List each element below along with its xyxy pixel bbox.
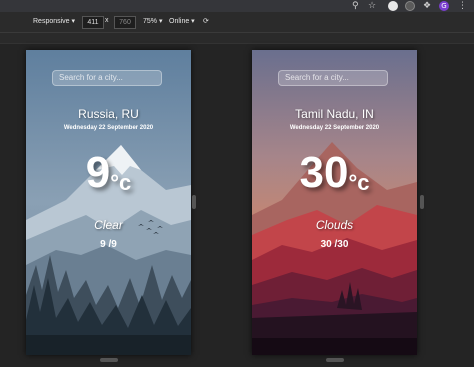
height-input[interactable]: 760 bbox=[114, 16, 136, 29]
weather-card-right: Search for a city... Tamil Nadu, IN Wedn… bbox=[252, 50, 417, 355]
min-max-temp: 9 /9 bbox=[100, 239, 117, 250]
resize-handle-right[interactable] bbox=[420, 195, 424, 209]
location-title: Russia, RU bbox=[78, 107, 139, 121]
temperature-unit: °c bbox=[110, 170, 132, 195]
avatar[interactable]: G bbox=[439, 1, 449, 11]
weather-card-left: Search for a city... Russia, RU Wednesda… bbox=[26, 50, 191, 355]
min-max-temp: 30 /30 bbox=[320, 239, 349, 250]
weather-condition: Clear bbox=[94, 218, 123, 232]
resize-handle-right[interactable] bbox=[192, 195, 196, 209]
location-title: Tamil Nadu, IN bbox=[295, 107, 374, 121]
search-placeholder: Search for a city... bbox=[285, 73, 349, 82]
search-placeholder: Search for a city... bbox=[59, 73, 123, 82]
extension-icon[interactable] bbox=[388, 1, 398, 11]
puzzle-icon[interactable]: ❖ bbox=[423, 1, 431, 11]
ruler-bar bbox=[0, 33, 474, 44]
temperature-unit: °c bbox=[348, 170, 370, 195]
width-input[interactable]: 411 bbox=[82, 16, 104, 29]
dimension-separator: x bbox=[105, 17, 109, 24]
device-toolbar: Responsive ▾ 411 x 760 75% ▾ Online ▾ ⟳ bbox=[0, 12, 474, 33]
search-icon[interactable]: ⚲ bbox=[352, 1, 359, 11]
star-icon[interactable]: ☆ bbox=[368, 1, 376, 11]
search-input[interactable]: Search for a city... bbox=[52, 70, 162, 86]
date-label: Wednesday 22 September 2020 bbox=[289, 125, 380, 131]
weather-condition: Clouds bbox=[315, 218, 354, 232]
rotate-icon[interactable]: ⟳ bbox=[203, 17, 209, 25]
resize-handle-bottom[interactable] bbox=[100, 358, 118, 362]
temperature: 30°c bbox=[252, 148, 417, 198]
temperature-value: 9 bbox=[85, 148, 111, 197]
throttle-select[interactable]: Online ▾ bbox=[169, 17, 195, 25]
mountain-background bbox=[26, 50, 191, 355]
date-label: Wednesday 22 September 2020 bbox=[63, 125, 154, 131]
device-select[interactable]: Responsive ▾ bbox=[33, 17, 75, 25]
extension-icon[interactable] bbox=[405, 1, 415, 11]
browser-toolbar: ⚲ ☆ ❖ G ⋮ bbox=[0, 0, 474, 12]
temperature-value: 30 bbox=[299, 148, 349, 197]
temperature: 9°c bbox=[26, 148, 191, 198]
mountain-background bbox=[252, 50, 417, 355]
menu-icon[interactable]: ⋮ bbox=[458, 1, 467, 11]
search-input[interactable]: Search for a city... bbox=[278, 70, 388, 86]
zoom-select[interactable]: 75% ▾ bbox=[143, 17, 162, 25]
resize-handle-bottom[interactable] bbox=[326, 358, 344, 362]
